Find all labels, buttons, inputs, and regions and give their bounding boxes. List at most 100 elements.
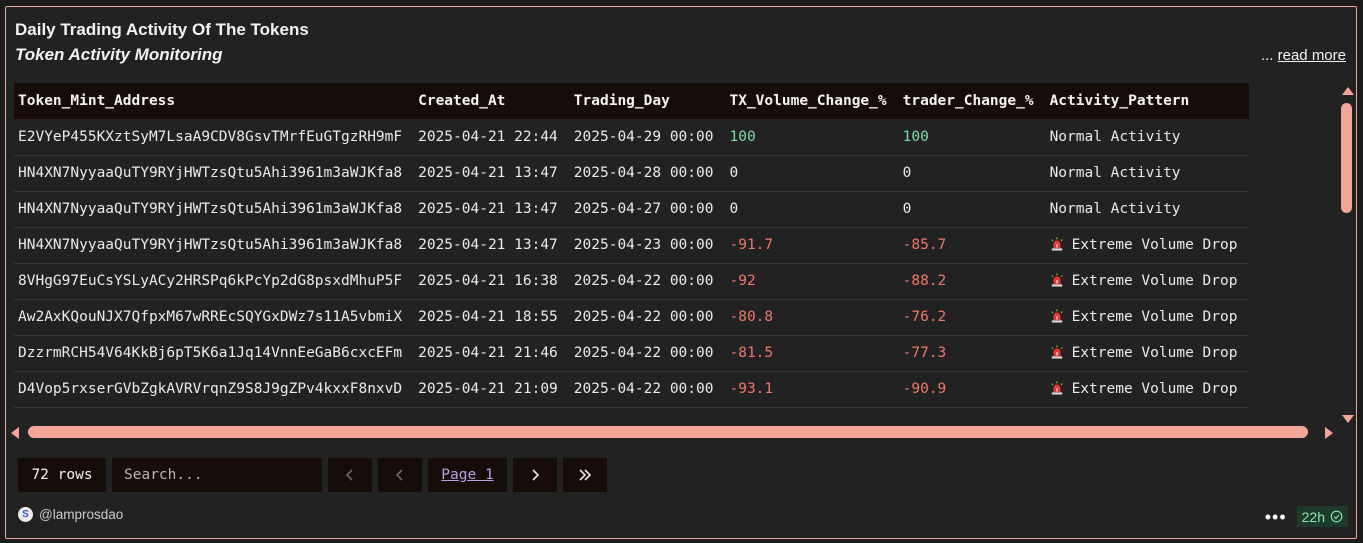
- table-cell-created: 2025-04-21 18:55: [414, 299, 570, 336]
- activity-pattern-label: Extreme Volume Drop: [1071, 309, 1238, 325]
- table-cell-pattern: Normal Activity: [1045, 119, 1250, 156]
- scroll-left-arrow-icon[interactable]: [11, 427, 19, 439]
- column-header[interactable]: TX_Volume_Change_%: [725, 83, 899, 119]
- read-more: ... read more: [1261, 47, 1346, 64]
- read-more-link[interactable]: read more: [1278, 47, 1346, 64]
- horizontal-scroll-thumb[interactable]: [28, 426, 1308, 438]
- table-cell-tx: 0: [725, 155, 899, 192]
- siren-icon: [1050, 381, 1063, 395]
- table-row[interactable]: DzzrmRCH54V64KkBj6pT5K6a1Jq14VnnEeGaB6cx…: [14, 335, 1250, 372]
- table-cell-trader: -85.7: [898, 227, 1046, 264]
- column-header[interactable]: Activity_Pattern: [1045, 83, 1250, 119]
- panel-subtitle: Token Activity Monitoring: [15, 45, 223, 64]
- first-page-button[interactable]: [328, 458, 372, 492]
- search-input[interactable]: [112, 458, 322, 492]
- table-row[interactable]: Aw2AxKQouNJX7QfpxM67wRREcSQYGxDWz7s11A5v…: [14, 299, 1250, 336]
- siren-icon: [1050, 273, 1063, 287]
- refresh-status-badge[interactable]: 22h: [1296, 506, 1348, 527]
- table-cell-pattern: Extreme Volume Drop: [1045, 263, 1250, 300]
- table-cell-tx: -93.1: [725, 371, 899, 408]
- check-circle-icon: [1330, 510, 1343, 523]
- activity-pattern-label: Extreme Volume Drop: [1071, 273, 1238, 289]
- next-page-button[interactable]: [513, 458, 557, 492]
- table-cell-day: 2025-04-22 00:00: [569, 299, 726, 336]
- author-name[interactable]: @lamprosdao: [39, 507, 123, 522]
- table-cell-address: HN4XN7NyyaaQuTY9RYjHWTzsQtu5Ahi3961m3aWJ…: [14, 191, 415, 228]
- pagination-bar: 72 rows Page 1: [18, 458, 607, 492]
- column-header[interactable]: Created_At: [414, 83, 570, 119]
- table-cell-trader: -76.2: [898, 299, 1046, 336]
- table-cell-day: 2025-04-28 00:00: [569, 155, 726, 192]
- column-header[interactable]: Trading_Day: [569, 83, 726, 119]
- table-cell-tx: -92: [725, 263, 899, 300]
- table-row[interactable]: D4Vop5rxserGVbZgkAVRVrqnZ9S8J9gZPv4kxxF8…: [14, 371, 1250, 408]
- chevron-left-icon: [345, 469, 353, 481]
- table-cell-address: 8VHgG97EuCsYSLyACy2HRSPq6kPcYp2dG8psxdMh…: [14, 263, 415, 300]
- author-logo-icon: S: [18, 507, 33, 522]
- table-cell-tx: 0: [725, 191, 899, 228]
- chevron-left-icon: [395, 469, 403, 481]
- table-cell-tx: 100: [725, 119, 899, 156]
- table-cell-created: 2025-04-21 21:46: [414, 335, 570, 372]
- table-cell-day: 2025-04-23 00:00: [569, 227, 726, 264]
- read-more-ellipsis: ...: [1260, 47, 1274, 64]
- double-chevron-right-icon: [579, 469, 592, 481]
- row-count: 72 rows: [18, 458, 106, 492]
- query-result-panel: Daily Trading Activity Of The Tokens Tok…: [5, 6, 1357, 539]
- table-cell-created: 2025-04-21 13:47: [414, 191, 570, 228]
- table-cell-tx: -80.8: [725, 299, 899, 336]
- table-cell-day: 2025-04-22 00:00: [569, 335, 726, 372]
- table-cell-address: Aw2AxKQouNJX7QfpxM67wRREcSQYGxDWz7s11A5v…: [14, 299, 415, 336]
- table-row[interactable]: HN4XN7NyyaaQuTY9RYjHWTzsQtu5Ahi3961m3aWJ…: [14, 227, 1250, 264]
- table-cell-day: 2025-04-22 00:00: [569, 263, 726, 300]
- table-cell-address: HN4XN7NyyaaQuTY9RYjHWTzsQtu5Ahi3961m3aWJ…: [14, 227, 415, 264]
- siren-icon: [1050, 345, 1063, 359]
- table-row[interactable]: E2VYeP455KXztSyM7LsaA9CDV8GsvTMrfEuGTgzR…: [14, 119, 1250, 156]
- table-cell-trader: 0: [898, 155, 1046, 192]
- author-info[interactable]: S @lamprosdao: [18, 507, 123, 522]
- table-header-row: Token_Mint_Address Created_At Trading_Da…: [14, 83, 1250, 119]
- footer-actions: ••• 22h: [1265, 506, 1348, 527]
- activity-pattern-label: Extreme Volume Drop: [1071, 345, 1238, 361]
- table-cell-day: 2025-04-29 00:00: [569, 119, 726, 156]
- table-cell-tx: -81.5: [725, 335, 899, 372]
- scroll-up-arrow-icon[interactable]: [1342, 87, 1354, 95]
- panel-title: Daily Trading Activity Of The Tokens: [15, 20, 309, 39]
- table-cell-trader: 100: [898, 119, 1046, 156]
- vertical-scroll-thumb[interactable]: [1341, 103, 1352, 213]
- current-page-link[interactable]: Page 1: [428, 458, 507, 492]
- previous-page-button[interactable]: [378, 458, 422, 492]
- table-cell-created: 2025-04-21 22:44: [414, 119, 570, 156]
- activity-pattern-label: Extreme Volume Drop: [1071, 237, 1238, 253]
- horizontal-scrollbar[interactable]: [11, 425, 1333, 439]
- results-table-container[interactable]: Token_Mint_Address Created_At Trading_Da…: [14, 83, 1336, 423]
- last-page-button[interactable]: [563, 458, 607, 492]
- siren-icon: [1050, 237, 1063, 251]
- column-header[interactable]: Token_Mint_Address: [14, 83, 415, 119]
- table-cell-trader: 0: [898, 191, 1046, 228]
- table-cell-day: 2025-04-27 00:00: [569, 191, 726, 228]
- column-header[interactable]: trader_Change_%: [898, 83, 1046, 119]
- activity-pattern-label: Extreme Volume Drop: [1071, 381, 1238, 397]
- table-cell-address: D4Vop5rxserGVbZgkAVRVrqnZ9S8J9gZPv4kxxF8…: [14, 371, 415, 408]
- vertical-scrollbar[interactable]: [1339, 83, 1356, 423]
- table-cell-trader: -90.9: [898, 371, 1046, 408]
- scroll-right-arrow-icon[interactable]: [1325, 427, 1333, 439]
- scroll-down-arrow-icon[interactable]: [1342, 415, 1354, 423]
- table-cell-pattern: Extreme Volume Drop: [1045, 371, 1250, 408]
- table-cell-created: 2025-04-21 16:38: [414, 263, 570, 300]
- more-options-icon[interactable]: •••: [1265, 508, 1287, 526]
- table-row[interactable]: 8VHgG97EuCsYSLyACy2HRSPq6kPcYp2dG8psxdMh…: [14, 263, 1250, 300]
- table-row[interactable]: HN4XN7NyyaaQuTY9RYjHWTzsQtu5Ahi3961m3aWJ…: [14, 155, 1250, 192]
- table-cell-pattern: Normal Activity: [1045, 155, 1250, 192]
- table-cell-pattern: Extreme Volume Drop: [1045, 227, 1250, 264]
- table-cell-trader: -88.2: [898, 263, 1046, 300]
- table-cell-pattern: Extreme Volume Drop: [1045, 299, 1250, 336]
- refresh-age: 22h: [1301, 508, 1325, 525]
- table-cell-address: DzzrmRCH54V64KkBj6pT5K6a1Jq14VnnEeGaB6cx…: [14, 335, 415, 372]
- table-row[interactable]: HN4XN7NyyaaQuTY9RYjHWTzsQtu5Ahi3961m3aWJ…: [14, 191, 1250, 228]
- table-cell-tx: -91.7: [725, 227, 899, 264]
- table-cell-trader: -77.3: [898, 335, 1046, 372]
- table-cell-day: 2025-04-22 00:00: [569, 371, 726, 408]
- table-cell-pattern: Normal Activity: [1045, 191, 1250, 228]
